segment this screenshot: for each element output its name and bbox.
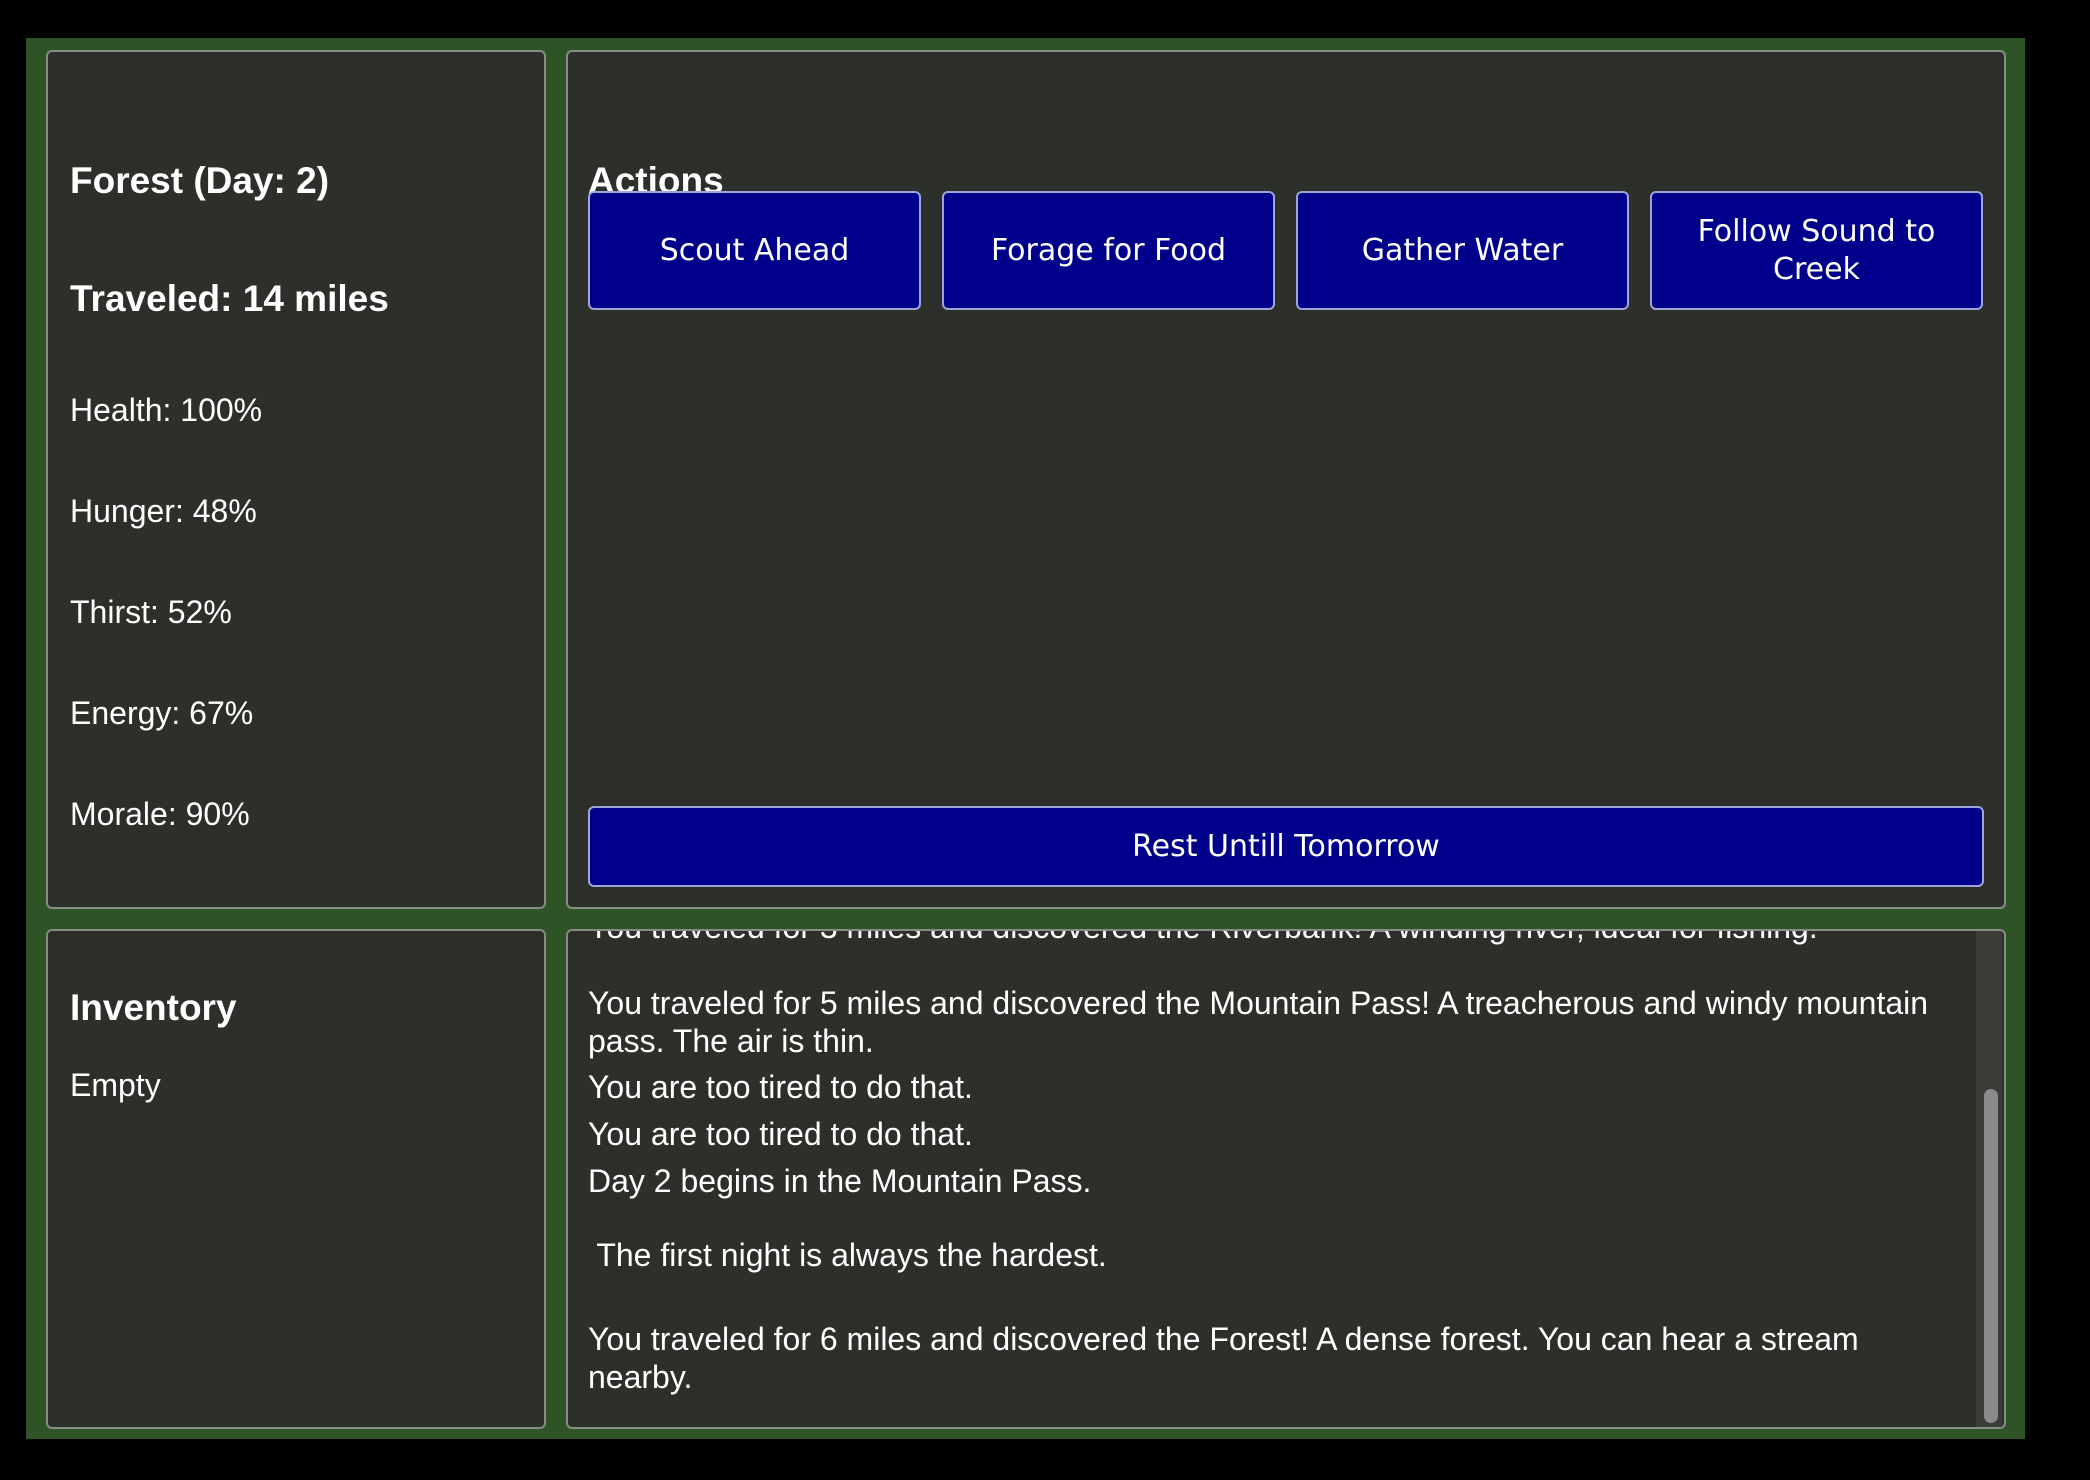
rest-until-tomorrow-button[interactable]: Rest Untill Tomorrow [588, 806, 1984, 887]
log-entry: You traveled for 5 miles and discovered … [588, 985, 1929, 1059]
log-entry: You are too tired to do that. [588, 1069, 973, 1105]
inventory-contents: Empty [70, 1067, 161, 1103]
traveled-heading: Traveled: 14 miles [70, 278, 389, 319]
gather-water-button[interactable]: Gather Water [1296, 191, 1629, 310]
inventory-panel: Inventory Empty [46, 929, 546, 1429]
thirst-stat: Thirst: 52% [70, 594, 232, 630]
log-entry: You are too tired to do that. [588, 1116, 973, 1152]
log-entry: The first night is always the hardest. [588, 1237, 1107, 1273]
location-day-heading: Forest (Day: 2) [70, 160, 330, 201]
log-scrollbar-thumb[interactable] [1984, 1089, 1998, 1423]
log-entry: You traveled for 3 miles and discovered … [588, 931, 1958, 946]
scout-ahead-button[interactable]: Scout Ahead [588, 191, 921, 310]
morale-stat: Morale: 90% [70, 796, 250, 832]
follow-sound-to-creek-button[interactable]: Follow Sound to Creek [1650, 191, 1983, 310]
event-log-panel[interactable]: You traveled for 3 miles and discovered … [566, 929, 2006, 1429]
inventory-heading: Inventory [70, 987, 237, 1028]
log-entry: Day 2 begins in the Mountain Pass. [588, 1163, 1092, 1199]
energy-stat: Energy: 67% [70, 695, 254, 731]
actions-panel: Actions Scout Ahead Forage for Food Gath… [566, 50, 2006, 909]
hunger-stat: Hunger: 48% [70, 493, 257, 529]
health-stat: Health: 100% [70, 392, 263, 428]
status-panel: Forest (Day: 2) Traveled: 14 miles Healt… [46, 50, 546, 909]
forage-for-food-button[interactable]: Forage for Food [942, 191, 1275, 310]
log-entry: You traveled for 6 miles and discovered … [588, 1321, 1859, 1395]
